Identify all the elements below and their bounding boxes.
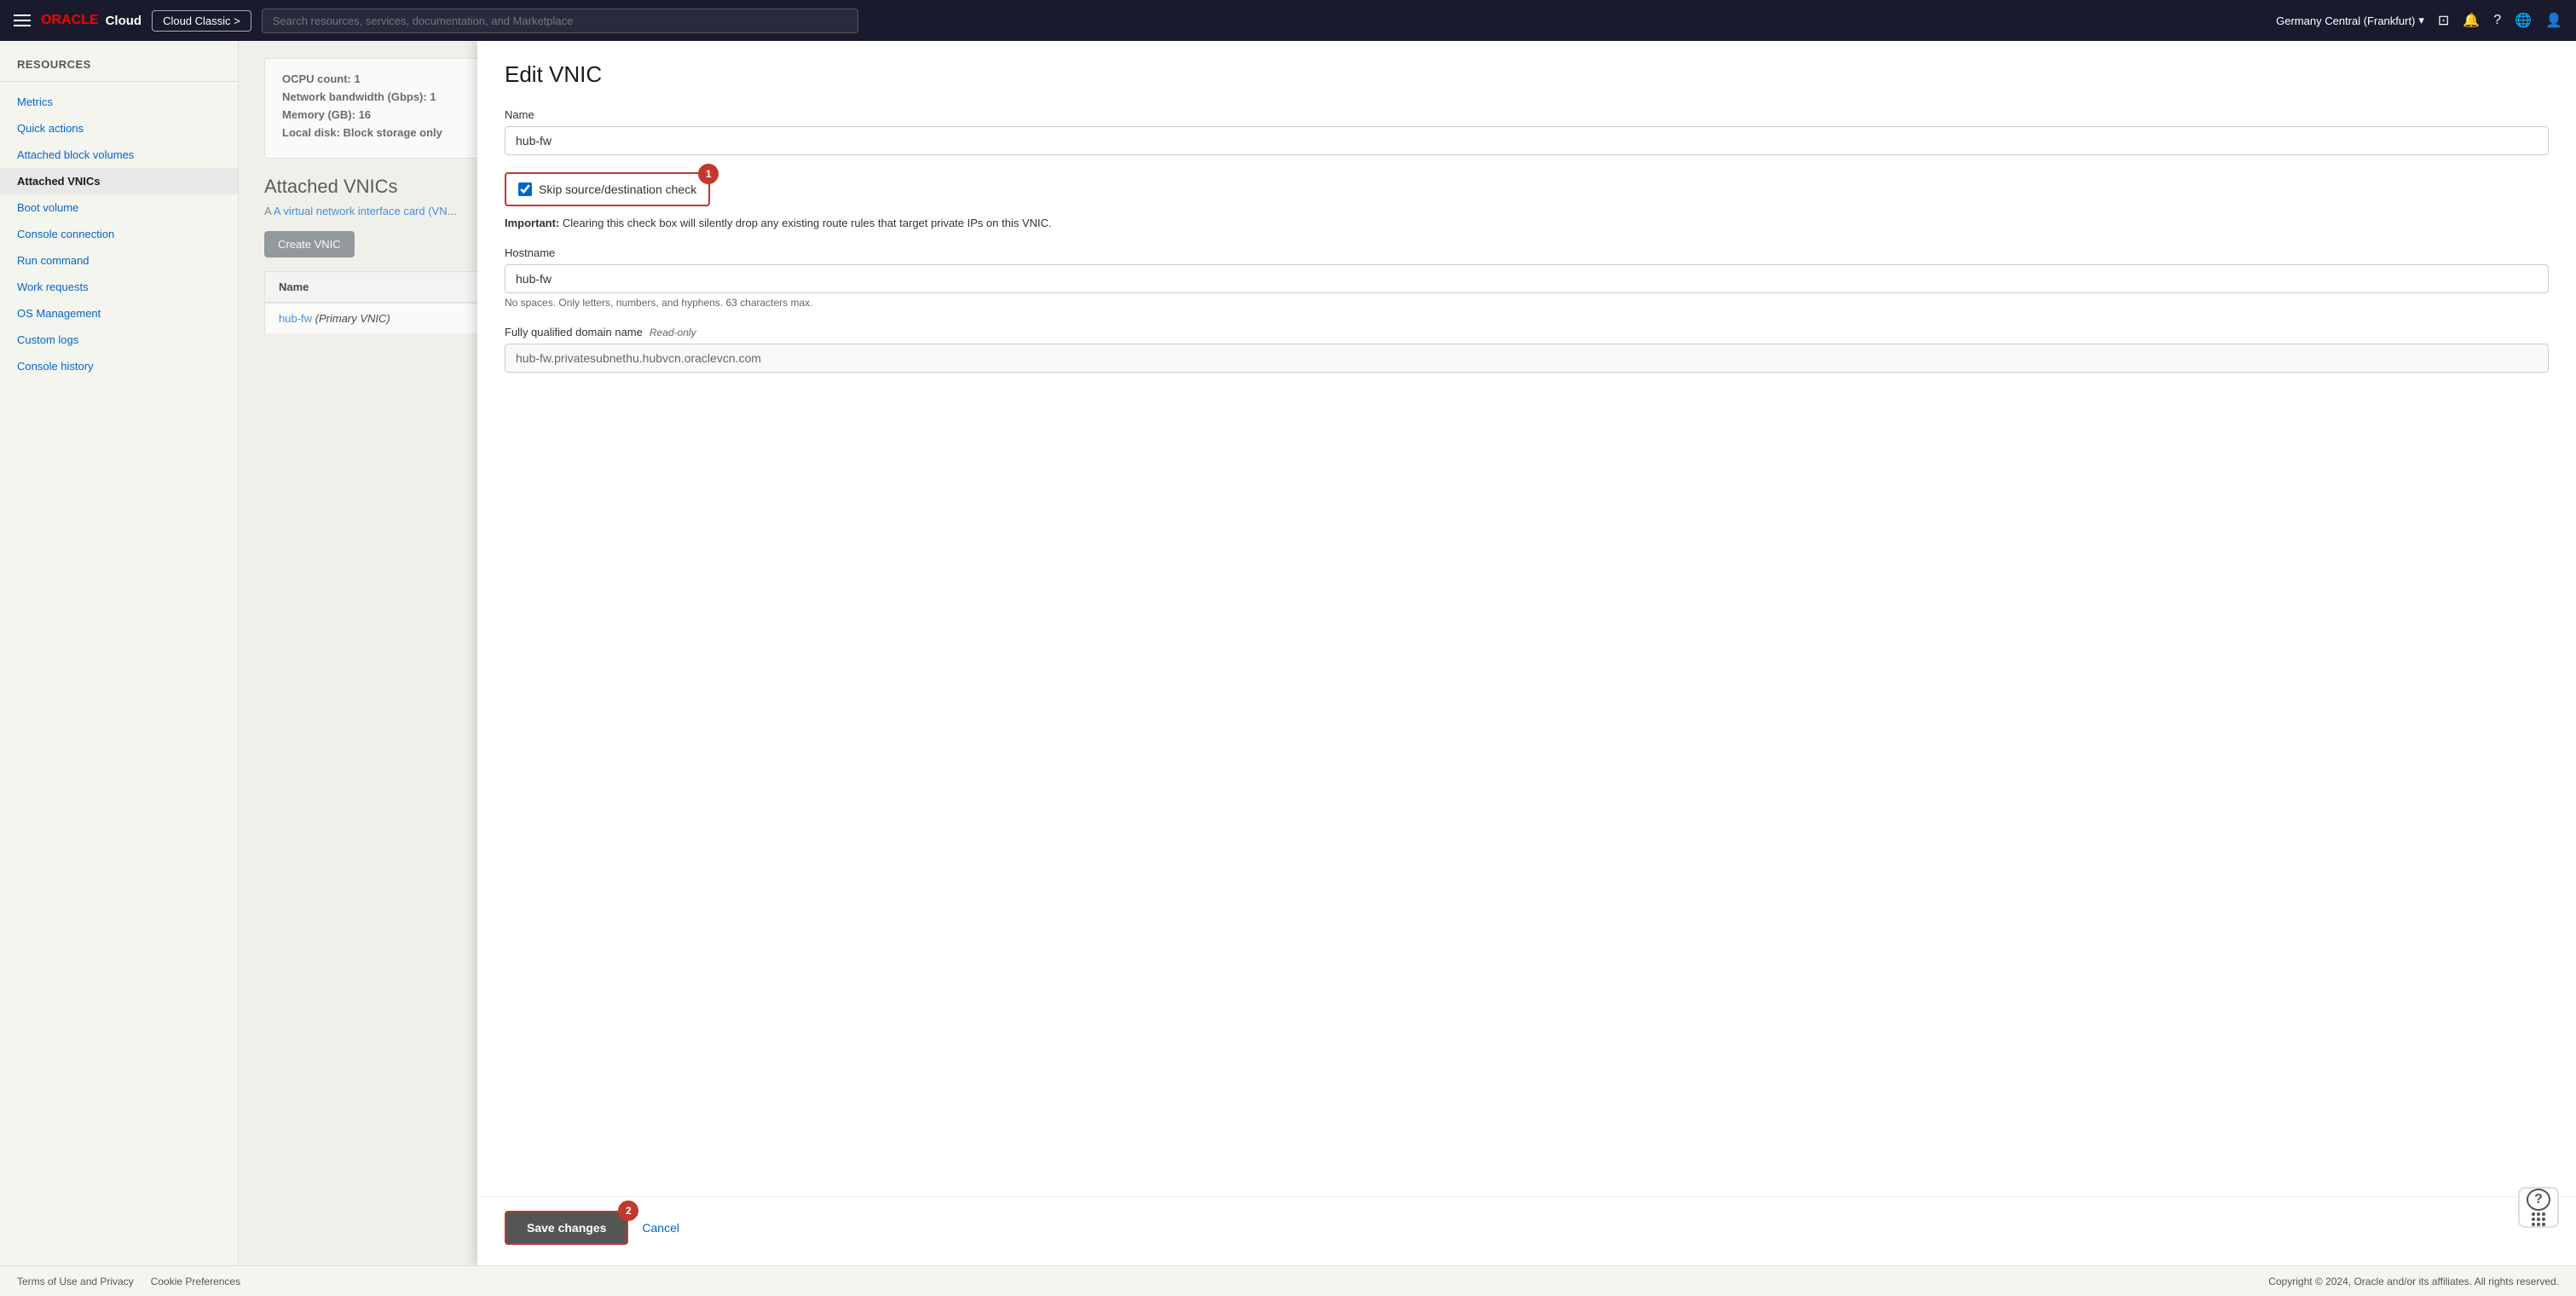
network-label: Network bandwidth (Gbps): xyxy=(282,90,427,103)
vnic-type-label: (Primary VNIC) xyxy=(315,312,390,325)
name-input[interactable] xyxy=(505,126,2549,155)
oracle-logo: ORACLE Cloud xyxy=(41,13,142,28)
edit-vnic-panel: Edit VNIC Name Skip source/destination c… xyxy=(477,41,2576,1265)
name-field: Name xyxy=(505,108,2549,155)
user-icon[interactable]: 👤 xyxy=(2545,12,2562,29)
region-selector[interactable]: Germany Central (Frankfurt) ▾ xyxy=(2276,14,2424,27)
sidebar-item-metrics[interactable]: Metrics xyxy=(0,89,238,115)
hostname-input[interactable] xyxy=(505,264,2549,293)
important-note: Important: Clearing this check box will … xyxy=(505,217,2549,229)
fqdn-field: Fully qualified domain name Read-only xyxy=(505,326,2549,373)
cookies-link[interactable]: Cookie Preferences xyxy=(151,1276,240,1287)
save-changes-button[interactable]: Save changes xyxy=(505,1211,628,1245)
skip-check-checkbox[interactable] xyxy=(518,182,532,196)
fqdn-label: Fully qualified domain name xyxy=(505,326,643,338)
region-label: Germany Central (Frankfurt) xyxy=(2276,14,2415,27)
vnic-name-link[interactable]: hub-fw xyxy=(279,312,312,325)
sidebar-item-run-command[interactable]: Run command xyxy=(0,247,238,274)
fqdn-readonly-badge: Read-only xyxy=(650,327,696,338)
hostname-hint: No spaces. Only letters, numbers, and hy… xyxy=(505,297,2549,309)
help-grid-icon xyxy=(2532,1212,2545,1226)
fqdn-label-row: Fully qualified domain name Read-only xyxy=(505,326,2549,338)
vnic-link[interactable]: A virtual network interface card (VN... xyxy=(274,205,457,217)
sidebar-item-console-history[interactable]: Console history xyxy=(0,353,238,379)
cloud-classic-button[interactable]: Cloud Classic > xyxy=(152,10,251,32)
sidebar-item-custom-logs[interactable]: Custom logs xyxy=(0,327,238,353)
important-strong: Important: xyxy=(505,217,559,229)
network-value: 1 xyxy=(430,90,436,103)
name-label: Name xyxy=(505,108,2549,121)
hamburger-menu[interactable] xyxy=(14,14,31,26)
help-circle-icon: ? xyxy=(2527,1189,2550,1211)
sidebar-item-console-connection[interactable]: Console connection xyxy=(0,221,238,247)
top-navigation: ORACLE Cloud Cloud Classic > Germany Cen… xyxy=(0,0,2576,41)
local-disk-value: Block storage only xyxy=(344,126,442,139)
skip-check-container: Skip source/destination check 1 xyxy=(505,172,710,206)
edit-panel-title: Edit VNIC xyxy=(505,61,2549,88)
nav-right: Germany Central (Frankfurt) ▾ ⊡ 🔔 ? 🌐 👤 xyxy=(2276,12,2562,29)
step-1-badge: 1 xyxy=(698,164,719,184)
sidebar-item-boot-volume[interactable]: Boot volume xyxy=(0,194,238,221)
hostname-field: Hostname No spaces. Only letters, number… xyxy=(505,246,2549,309)
oracle-text: ORACLE xyxy=(41,13,99,28)
sidebar-resources-heading: Resources xyxy=(0,58,238,82)
terminal-icon[interactable]: ⊡ xyxy=(2438,12,2449,29)
bell-icon[interactable]: 🔔 xyxy=(2463,12,2480,29)
sidebar-item-attached-vnics[interactable]: Attached VNICs xyxy=(0,168,238,194)
copyright-text: Copyright © 2024, Oracle and/or its affi… xyxy=(2268,1276,2559,1287)
local-disk-label: Local disk: xyxy=(282,126,340,139)
step-2-badge: 2 xyxy=(618,1201,638,1221)
edit-panel-header: Edit VNIC xyxy=(477,41,2576,108)
globe-icon[interactable]: 🌐 xyxy=(2515,12,2532,29)
sidebar-item-attached-block-volumes[interactable]: Attached block volumes xyxy=(0,142,238,168)
save-btn-wrapper: Save changes 2 xyxy=(505,1211,628,1245)
footer: Terms of Use and Privacy Cookie Preferen… xyxy=(0,1265,2576,1296)
search-input[interactable] xyxy=(262,9,858,33)
sidebar-item-os-management[interactable]: OS Management xyxy=(0,300,238,327)
help-float-button[interactable]: ? xyxy=(2518,1187,2559,1228)
content-area: OCPU count: 1 Network bandwidth (Gbps): … xyxy=(239,41,2576,1265)
ocpu-label: OCPU count: xyxy=(282,72,351,85)
sidebar-item-work-requests[interactable]: Work requests xyxy=(0,274,238,300)
region-chevron-icon: ▾ xyxy=(2418,14,2424,27)
sidebar: Resources Metrics Quick actions Attached… xyxy=(0,41,239,1265)
edit-panel-body: Name Skip source/destination check 1 Imp… xyxy=(477,108,2576,1196)
fqdn-input xyxy=(505,344,2549,373)
edit-panel-footer: Save changes 2 Cancel xyxy=(477,1196,2576,1265)
memory-label: Memory (GB): xyxy=(282,108,355,121)
main-layout: Resources Metrics Quick actions Attached… xyxy=(0,41,2576,1265)
cloud-text: Cloud xyxy=(106,14,142,28)
hostname-label: Hostname xyxy=(505,246,2549,259)
memory-value: 16 xyxy=(359,108,371,121)
create-vnic-button[interactable]: Create VNIC xyxy=(264,231,355,257)
help-icon[interactable]: ? xyxy=(2493,13,2501,28)
important-text-content: Clearing this check box will silently dr… xyxy=(563,217,1052,229)
skip-check-label[interactable]: Skip source/destination check xyxy=(539,182,696,196)
cancel-link[interactable]: Cancel xyxy=(642,1221,679,1235)
ocpu-value: 1 xyxy=(355,72,361,85)
terms-link[interactable]: Terms of Use and Privacy xyxy=(17,1276,134,1287)
sidebar-item-quick-actions[interactable]: Quick actions xyxy=(0,115,238,142)
footer-links: Terms of Use and Privacy Cookie Preferen… xyxy=(17,1276,240,1287)
